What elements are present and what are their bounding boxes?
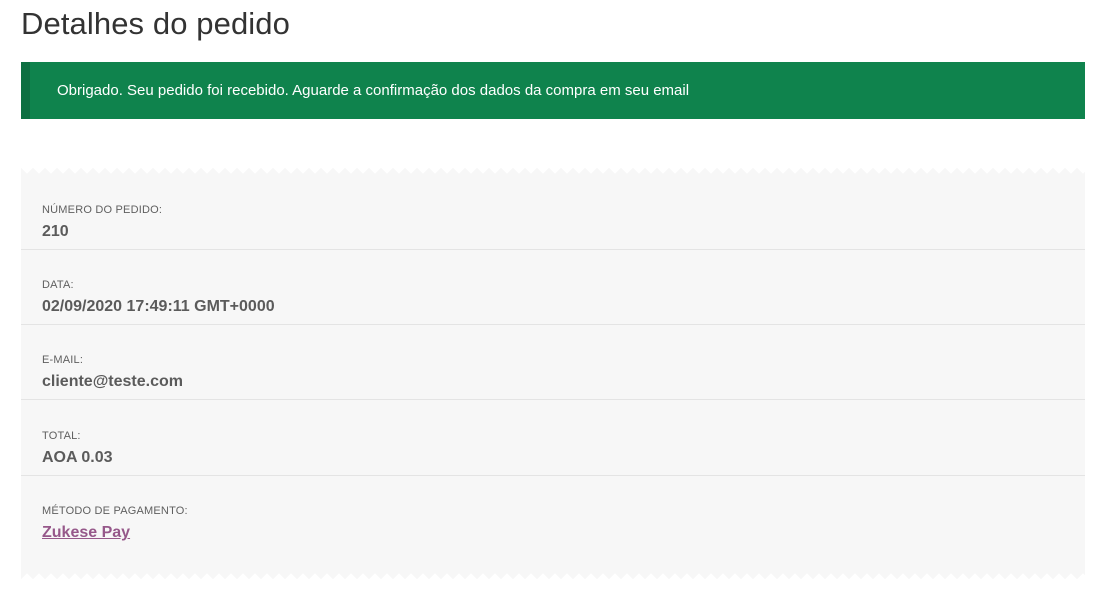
payment-method-label: MÉTODO DE PAGAMENTO:: [42, 505, 188, 517]
order-date-row: DATA: 02/09/2020 17:49:11 GMT+0000: [21, 250, 1085, 325]
receipt-bottom-edge: [21, 571, 1085, 583]
order-date-value: 02/09/2020 17:49:11 GMT+0000: [42, 298, 275, 315]
order-number-value: 210: [42, 223, 69, 240]
order-total-value: AOA 0.03: [42, 449, 113, 466]
order-email-label: E-MAIL:: [42, 354, 84, 366]
payment-method-link[interactable]: Zukese Pay: [42, 524, 130, 542]
order-email-value: cliente@teste.com: [42, 373, 183, 390]
order-total-row: TOTAL: AOA 0.03: [21, 401, 1085, 476]
order-number-row: NÚMERO DO PEDIDO: 210: [21, 175, 1085, 250]
order-date-label: DATA:: [42, 279, 74, 291]
order-number-label: NÚMERO DO PEDIDO:: [42, 204, 163, 216]
order-total-label: TOTAL:: [42, 430, 81, 442]
notice-message: Obrigado. Seu pedido foi recebido. Aguar…: [57, 82, 690, 99]
order-overview: NÚMERO DO PEDIDO: 210 DATA: 02/09/2020 1…: [21, 164, 1085, 583]
order-email-row: E-MAIL: cliente@teste.com: [21, 325, 1085, 400]
page-title: Detalhes do pedido: [21, 6, 290, 41]
payment-method-row: MÉTODO DE PAGAMENTO: Zukese Pay: [21, 476, 1085, 551]
order-received-notice: Obrigado. Seu pedido foi recebido. Aguar…: [21, 62, 1085, 119]
